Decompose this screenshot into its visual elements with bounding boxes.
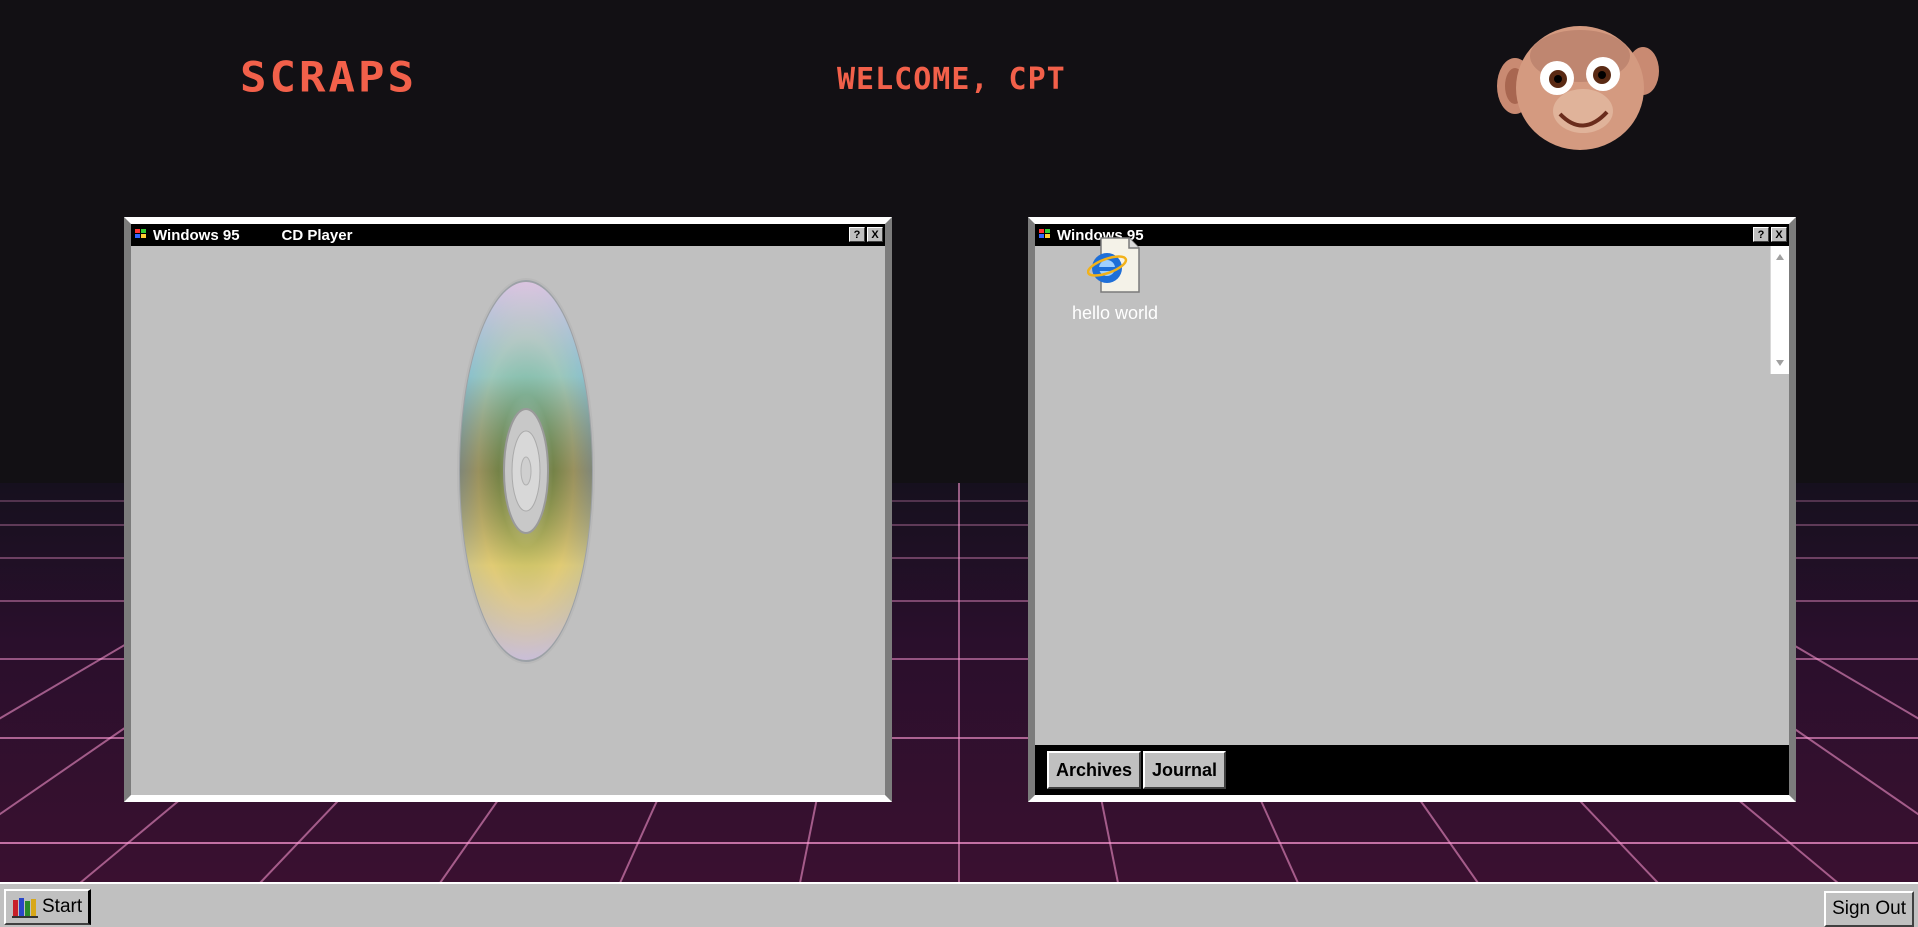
window-title: Windows 95 [153, 226, 240, 244]
file-label: hello world [1071, 303, 1159, 323]
explorer-button-bar: Archives Journal [1035, 745, 1789, 795]
start-label: Start [42, 896, 83, 917]
monkey-face-icon [1497, 26, 1659, 150]
internet-explorer-file-icon [1086, 237, 1140, 293]
journal-button[interactable]: Journal [1143, 751, 1227, 789]
windows-logo-icon [135, 229, 149, 241]
cd-player-titlebar[interactable]: Windows 95 CD Player ? X [131, 224, 885, 246]
taskbar: Start Sign Out [0, 882, 1918, 927]
explorer-window[interactable]: Windows 95 ? X hello world Archives Jour… [1028, 217, 1796, 802]
compact-disc-icon[interactable] [456, 276, 596, 666]
sign-out-button[interactable]: Sign Out [1824, 891, 1914, 927]
close-button[interactable]: X [867, 227, 883, 242]
scroll-up-arrow-icon[interactable] [1776, 254, 1784, 260]
windows-logo-icon [1039, 229, 1053, 241]
close-button[interactable]: X [1771, 227, 1787, 242]
vertical-scrollbar[interactable] [1770, 246, 1789, 374]
file-icon-hello-world[interactable]: hello world [1065, 236, 1165, 324]
welcome-message: WELCOME, CPT [837, 62, 1066, 97]
cd-player-window[interactable]: Windows 95 CD Player ? X [124, 217, 892, 802]
brand-title: SCRAPS [240, 53, 417, 102]
window-subtitle: CD Player [281, 226, 353, 244]
start-button[interactable]: Start [4, 889, 92, 925]
scroll-down-arrow-icon[interactable] [1776, 360, 1784, 366]
help-button[interactable]: ? [849, 227, 865, 242]
start-menu-books-icon [12, 898, 38, 918]
help-button[interactable]: ? [1753, 227, 1769, 242]
archives-button[interactable]: Archives [1047, 751, 1142, 789]
